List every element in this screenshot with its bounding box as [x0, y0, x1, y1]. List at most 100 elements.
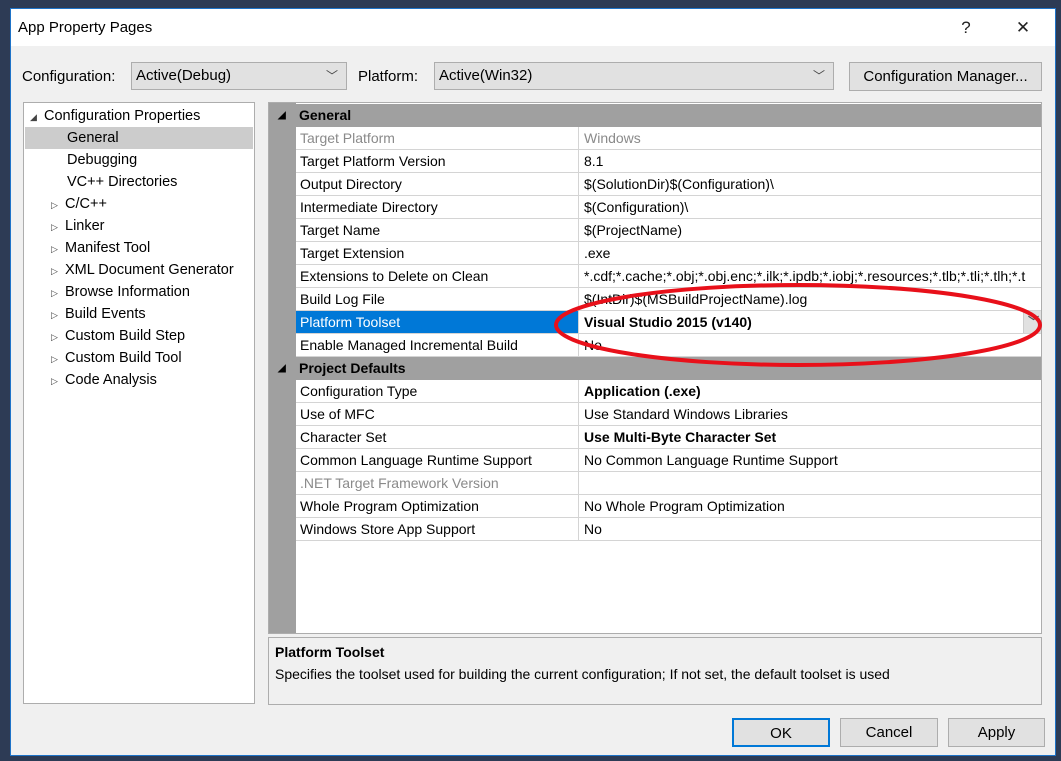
tree-item-build-events[interactable]: ▷ Build Events — [25, 303, 253, 325]
apply-button[interactable]: Apply — [948, 718, 1045, 747]
property-name: Use of MFC — [296, 403, 579, 425]
property-row[interactable]: Target Extension .exe — [296, 242, 1041, 265]
tree-item-vc-directories[interactable]: VC++ Directories — [25, 171, 253, 193]
tree-item-xml-document-generator[interactable]: ▷ XML Document Generator — [25, 259, 253, 281]
configuration-dropdown[interactable]: Active(Debug) ﹀ — [131, 62, 347, 90]
property-value-text: $(SolutionDir)$(Configuration)\ — [584, 176, 774, 192]
collapsed-triangle-icon: ▷ — [51, 354, 58, 364]
property-value[interactable]: No — [580, 518, 1041, 540]
tree-item-label: General — [67, 130, 119, 146]
property-row[interactable]: Configuration Type Application (.exe) — [296, 380, 1041, 403]
property-row[interactable]: Target Platform Windows — [296, 127, 1041, 150]
property-row[interactable]: Windows Store App Support No — [296, 518, 1041, 541]
property-name: Common Language Runtime Support — [296, 449, 579, 471]
property-row[interactable]: Character Set Use Multi-Byte Character Se… — [296, 426, 1041, 449]
tree-item-debugging[interactable]: Debugging — [25, 149, 253, 171]
property-value[interactable]: No Common Language Runtime Support — [580, 449, 1041, 471]
cancel-button[interactable]: Cancel — [840, 718, 938, 747]
chevron-down-icon[interactable]: ﹀ — [1023, 311, 1041, 333]
category-project-defaults[interactable]: ◢ Project Defaults — [269, 357, 1041, 380]
property-name: Target Extension — [296, 242, 579, 264]
property-value[interactable]: $(ProjectName) — [580, 219, 1041, 241]
tree-item-c-c-[interactable]: ▷ C/C++ — [25, 193, 253, 215]
collapse-triangle-icon: ◢ — [278, 363, 286, 374]
property-value[interactable]: .exe — [580, 242, 1041, 264]
property-name: Whole Program Optimization — [296, 495, 579, 517]
property-name: Configuration Type — [296, 380, 579, 402]
property-value-text: Windows — [584, 130, 641, 146]
ok-button[interactable]: OK — [732, 718, 830, 747]
property-row[interactable]: Common Language Runtime Support No Common… — [296, 449, 1041, 472]
close-button[interactable]: ✕ — [1008, 15, 1038, 41]
property-value-text: No Common Language Runtime Support — [584, 452, 838, 468]
help-button[interactable]: ? — [951, 15, 981, 41]
property-value-text: No — [584, 337, 602, 353]
property-row[interactable]: Target Name $(ProjectName) — [296, 219, 1041, 242]
category-general[interactable]: ◢ General — [269, 104, 1041, 127]
property-tree[interactable]: ◢ Configuration Properties General Debuggin… — [23, 102, 255, 704]
property-name: Output Directory — [296, 173, 579, 195]
property-row[interactable]: Use of MFC Use Standard Windows Libraries — [296, 403, 1041, 426]
property-row[interactable]: .NET Target Framework Version — [296, 472, 1041, 495]
property-name: Platform Toolset — [296, 311, 579, 333]
tree-item-label: Configuration Properties — [44, 108, 201, 124]
property-grid[interactable]: ◢ General Target Platform Windows Target Pla… — [268, 102, 1042, 634]
property-name: Intermediate Directory — [296, 196, 579, 218]
property-row[interactable]: Whole Program Optimization No Whole Progr… — [296, 495, 1041, 518]
tree-item-browse-information[interactable]: ▷ Browse Information — [25, 281, 253, 303]
property-pages-dialog: App Property Pages ? ✕ Configuration: Ac… — [10, 8, 1056, 756]
chevron-down-icon: ﹀ — [812, 69, 825, 83]
platform-label: Platform: — [358, 68, 419, 85]
property-value[interactable]: No Whole Program Optimization — [580, 495, 1041, 517]
configuration-manager-button[interactable]: Configuration Manager... — [849, 62, 1042, 91]
property-value[interactable]: 8.1 — [580, 150, 1041, 172]
tree-item-custom-build-step[interactable]: ▷ Custom Build Step — [25, 325, 253, 347]
property-value-text: $(IntDir)$(MSBuildProjectName).log — [584, 291, 808, 307]
tree-item-linker[interactable]: ▷ Linker — [25, 215, 253, 237]
property-row[interactable]: Output Directory $(SolutionDir)$(Configur… — [296, 173, 1041, 196]
property-value[interactable]: Visual Studio 2015 (v140) ﹀ — [580, 311, 1041, 333]
property-value-text: Use Multi-Byte Character Set — [584, 429, 777, 445]
property-name: Target Name — [296, 219, 579, 241]
tree-item-label: VC++ Directories — [67, 174, 178, 190]
property-value[interactable]: $(Configuration)\ — [580, 196, 1041, 218]
platform-dropdown[interactable]: Active(Win32) ﹀ — [434, 62, 834, 90]
property-row[interactable]: Target Platform Version 8.1 — [296, 150, 1041, 173]
property-value[interactable]: Use Standard Windows Libraries — [580, 403, 1041, 425]
property-value[interactable]: Application (.exe) — [580, 380, 1041, 402]
property-value-text: Application (.exe) — [584, 383, 701, 399]
property-row[interactable]: Platform Toolset Visual Studio 2015 (v140… — [296, 311, 1041, 334]
window-title: App Property Pages — [18, 19, 153, 36]
tree-item-label: Custom Build Step — [65, 328, 186, 344]
property-value[interactable]: Windows — [580, 127, 1041, 149]
description-text: Specifies the toolset used for building … — [275, 666, 890, 682]
tree-item-general[interactable]: General — [25, 127, 253, 149]
tree-item-configuration-properties[interactable]: ◢ Configuration Properties — [30, 105, 200, 127]
property-value[interactable]: No — [580, 334, 1041, 356]
tree-item-label: Manifest Tool — [65, 240, 151, 256]
property-name: .NET Target Framework Version — [296, 472, 579, 494]
tree-item-label: Linker — [65, 218, 105, 234]
property-row[interactable]: Intermediate Directory $(Configuration)\ — [296, 196, 1041, 219]
description-panel: Platform Toolset Specifies the toolset u… — [268, 637, 1042, 705]
property-name: Extensions to Delete on Clean — [296, 265, 579, 287]
property-value[interactable] — [580, 472, 1041, 494]
property-value-text: No Whole Program Optimization — [584, 498, 785, 514]
tree-item-manifest-tool[interactable]: ▷ Manifest Tool — [25, 237, 253, 259]
collapsed-triangle-icon: ▷ — [51, 200, 58, 210]
collapsed-triangle-icon: ▷ — [51, 376, 58, 386]
property-row[interactable]: Enable Managed Incremental Build No — [296, 334, 1041, 357]
property-value[interactable]: Use Multi-Byte Character Set — [580, 426, 1041, 448]
property-value[interactable]: $(IntDir)$(MSBuildProjectName).log — [580, 288, 1041, 310]
property-row[interactable]: Build Log File $(IntDir)$(MSBuildProjectN… — [296, 288, 1041, 311]
tree-item-code-analysis[interactable]: ▷ Code Analysis — [25, 369, 253, 391]
property-row[interactable]: Extensions to Delete on Clean *.cdf;*.cac… — [296, 265, 1041, 288]
property-value-text: $(ProjectName) — [584, 222, 683, 238]
tree-item-label: Debugging — [67, 152, 138, 168]
description-title: Platform Toolset — [275, 644, 385, 660]
property-value[interactable]: *.cdf;*.cache;*.obj;*.obj.enc;*.ilk;*.ip… — [580, 265, 1041, 287]
configuration-value: Active(Debug) — [136, 67, 232, 84]
expanded-triangle-icon: ◢ — [30, 112, 37, 122]
tree-item-custom-build-tool[interactable]: ▷ Custom Build Tool — [25, 347, 253, 369]
property-value[interactable]: $(SolutionDir)$(Configuration)\ — [580, 173, 1041, 195]
